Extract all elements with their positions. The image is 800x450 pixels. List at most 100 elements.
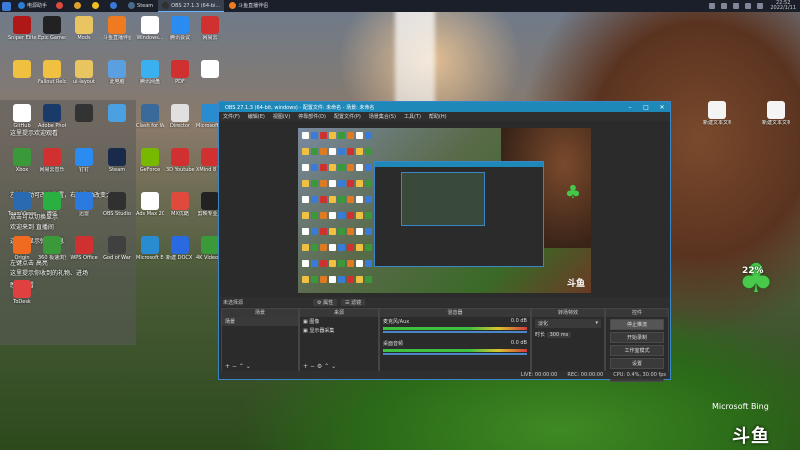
preview-desktop-icon: [356, 244, 363, 251]
desktop-icon-42[interactable]: ToDesk: [8, 280, 36, 305]
desktop-icon-12[interactable]: PDF: [166, 60, 194, 85]
duration-input[interactable]: 300 ms: [546, 332, 572, 338]
sources-dock-footer[interactable]: + − ⚙ ⌃ ⌄: [303, 363, 336, 370]
desktop-icon-32[interactable]: Ads Max 2022: [136, 192, 164, 217]
obs-title-bar[interactable]: OBS 27.1.3 (64-bit, windows) - 配置文件: 未命名…: [219, 102, 670, 112]
app-icon: [128, 2, 136, 9]
taskbar-app-7[interactable]: 斗鱼直播伴侣: [225, 0, 272, 11]
desktop-icon-19[interactable]: Director: [166, 104, 194, 129]
desktop-app-icon: [141, 60, 159, 78]
desktop-icon-11[interactable]: 腾讯网盘: [136, 60, 164, 85]
desktop-icon-6[interactable]: 网易云: [196, 16, 224, 41]
transition-type-select[interactable]: 淡化 ▾: [535, 319, 601, 328]
taskbar-app-3[interactable]: [88, 0, 105, 11]
mixer-slider[interactable]: [383, 331, 527, 333]
performance-gadget[interactable]: ♣: [736, 256, 776, 302]
source-item-image[interactable]: ▣ 图像: [300, 317, 378, 326]
obs-menu-item[interactable]: 工具(T): [404, 113, 421, 120]
desktop-icon-28[interactable]: TeamViewer: [8, 192, 36, 217]
desktop-icon-15[interactable]: Adobe Photoshop: [38, 104, 66, 129]
tray-icon-3[interactable]: [733, 3, 740, 9]
obs-menu-item[interactable]: 文件(F): [223, 113, 240, 120]
mixer-slider[interactable]: [383, 353, 527, 355]
desktop-icon-txt-2[interactable]: 新建文本文档(2).txt: [762, 101, 790, 126]
clock[interactable]: 22:52 2022/1/11: [770, 1, 796, 11]
sources-dock: 来源 ▣ 图像 ▣ 显示器采集 + − ⚙ ⌃ ⌄: [299, 308, 379, 373]
desktop-app-icon: [43, 60, 61, 78]
obs-menu-item[interactable]: 视图(V): [273, 113, 290, 120]
desktop-app-icon: [13, 60, 31, 78]
desktop-icon-label: GeForce: [139, 167, 161, 173]
network-icon[interactable]: [757, 3, 764, 9]
desktop-icon-5[interactable]: 腾讯会议: [166, 16, 194, 41]
desktop-icon-29[interactable]: 微信: [38, 192, 66, 217]
desktop-icon-4[interactable]: Windows...: [136, 16, 164, 41]
maximize-icon[interactable]: □: [638, 104, 654, 111]
taskbar-app-label: 斗鱼直播伴侣: [238, 3, 269, 9]
desktop-icon-14[interactable]: GitHub: [8, 104, 36, 129]
obs-menu-item[interactable]: 场景集合(S): [369, 113, 396, 120]
preview-desktop-icon: [320, 212, 327, 219]
scene-item[interactable]: 场景: [222, 317, 298, 326]
obs-menu-item[interactable]: 帮助(H): [429, 113, 447, 120]
tray-icon-1[interactable]: [709, 3, 716, 9]
desktop-icon-22[interactable]: 网易云音乐: [38, 148, 66, 173]
start-recording-button[interactable]: 开始录制: [610, 332, 664, 343]
mixer-dock-title: 混音器: [380, 309, 530, 317]
start-icon[interactable]: [2, 1, 11, 11]
desktop-app-icon: [171, 16, 189, 34]
desktop-icon-36[interactable]: 360 极速浏览器: [38, 236, 66, 261]
desktop-icon-9[interactable]: ui-layout: [70, 60, 98, 85]
desktop-icon-16[interactable]: [70, 104, 98, 123]
desktop-icon-13[interactable]: [196, 60, 224, 79]
desktop-icon-txt-5[interactable]: 新建文本文档(5).txt: [703, 101, 731, 126]
desktop-icon-8[interactable]: Fallout Reloaded: [38, 60, 66, 85]
obs-menu-item[interactable]: 配置文件(P): [334, 113, 361, 120]
desktop-icon-7[interactable]: [8, 60, 36, 79]
desktop-icon-2[interactable]: Mods: [70, 16, 98, 41]
properties-button[interactable]: ⚙ 属性: [313, 298, 338, 306]
obs-preview[interactable]: ♣ 斗鱼: [298, 128, 591, 293]
desktop-icon-3[interactable]: 斗鱼直播伴侣: [103, 16, 131, 41]
desktop-icon-10[interactable]: 此电脑: [103, 60, 131, 85]
taskbar-app-6[interactable]: OBS 27.1.3 (64-bi...: [158, 0, 225, 12]
desktop-icon-35[interactable]: Origin: [8, 236, 36, 261]
preview-desktop-icon: [329, 212, 336, 219]
scenes-dock-footer[interactable]: + − ⌃ ⌄: [225, 363, 251, 370]
desktop-icon-25[interactable]: GeForce: [136, 148, 164, 173]
taskbar-app-5[interactable]: Steam: [124, 0, 157, 11]
source-item-display-capture[interactable]: ▣ 显示器采集: [300, 326, 378, 335]
taskbar-app-1[interactable]: [52, 0, 69, 11]
desktop-icon-40[interactable]: 新建 DOCX 文档.docx: [166, 236, 194, 261]
desktop-icon-24[interactable]: Steam: [103, 148, 131, 173]
stop-streaming-button[interactable]: 停止推流: [610, 319, 664, 330]
obs-menu-item[interactable]: 编辑(E): [248, 113, 265, 120]
desktop-icon-39[interactable]: Microsoft Edge: [136, 236, 164, 261]
desktop-icon-21[interactable]: Xbox: [8, 148, 36, 173]
obs-menu-item[interactable]: 停靠部件(D): [298, 113, 326, 120]
desktop-icon-26[interactable]: 3D Youtube Downloader: [166, 148, 194, 173]
desktop-icon-30[interactable]: 迅雷: [70, 192, 98, 217]
tray-icon-2[interactable]: [721, 3, 728, 9]
studio-mode-button[interactable]: 工作室模式: [610, 345, 664, 356]
preview-douyu-logo: 斗鱼: [566, 279, 585, 289]
desktop-icon-0[interactable]: Sniper Elite 4: [8, 16, 36, 41]
filters-button[interactable]: ☰ 滤镜: [341, 298, 366, 306]
desktop-icon-18[interactable]: Clash for Windows: [136, 104, 164, 129]
desktop-icon-31[interactable]: OBS Studio: [103, 192, 131, 217]
desktop-icon-23[interactable]: 钉钉: [70, 148, 98, 173]
taskbar-app-4[interactable]: [106, 0, 123, 11]
desktop-icon-label: Ads Max 2022: [136, 211, 164, 217]
taskbar-app-0[interactable]: 电源助手: [14, 0, 51, 11]
taskbar-app-2[interactable]: [70, 0, 87, 11]
settings-button[interactable]: 设置: [610, 358, 664, 369]
desktop-icon-33[interactable]: MX优酷: [166, 192, 194, 217]
close-icon[interactable]: ✕: [654, 104, 670, 111]
desktop-icon-1[interactable]: Epic Games: [38, 16, 66, 41]
preview-desktop-icon: [329, 228, 336, 235]
desktop-icon-17[interactable]: [103, 104, 131, 123]
desktop-icon-37[interactable]: WPS Office: [70, 236, 98, 261]
minimize-icon[interactable]: –: [622, 104, 638, 111]
desktop-icon-38[interactable]: God of War: [103, 236, 131, 261]
volume-icon[interactable]: [745, 3, 752, 9]
